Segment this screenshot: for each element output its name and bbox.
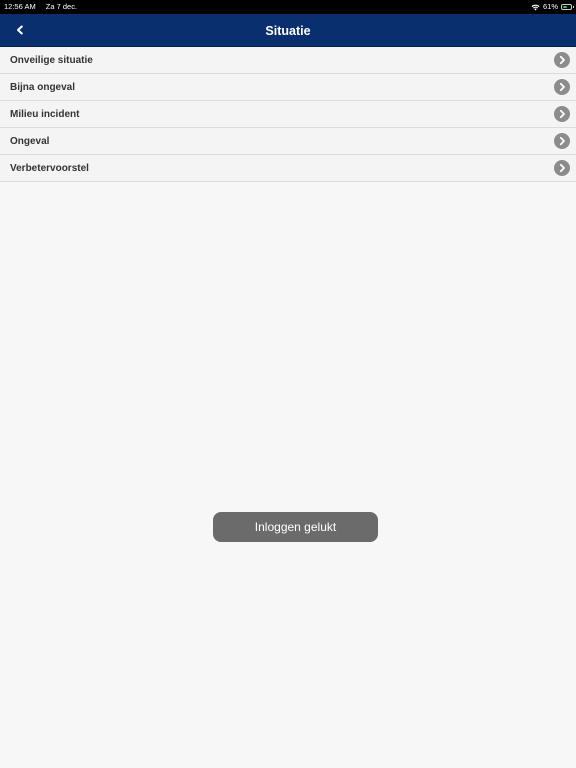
status-bar: 12:56 AM Za 7 dec. 61%: [0, 0, 576, 14]
battery-cap: [572, 6, 574, 8]
list-item-label: Verbetervoorstel: [10, 163, 89, 174]
chevron-right-circle-icon: [554, 160, 570, 176]
list-item-milieu-incident[interactable]: Milieu incident: [0, 101, 576, 128]
list-item-verbetervoorstel[interactable]: Verbetervoorstel: [0, 155, 576, 182]
situation-list: Onveilige situatie Bijna ongeval Milieu …: [0, 47, 576, 182]
chevron-right-circle-icon: [554, 106, 570, 122]
status-left: 12:56 AM Za 7 dec.: [4, 0, 85, 14]
list-item-onveilige-situatie[interactable]: Onveilige situatie: [0, 47, 576, 74]
chevron-right-circle-icon: [554, 79, 570, 95]
battery-fill: [563, 6, 567, 8]
list-item-ongeval[interactable]: Ongeval: [0, 128, 576, 155]
list-item-label: Milieu incident: [10, 109, 80, 120]
list-item-label: Ongeval: [10, 136, 50, 147]
list-item-label: Bijna ongeval: [10, 82, 76, 93]
page-title: Situatie: [265, 24, 311, 38]
battery-percentage: 61%: [542, 2, 558, 11]
wifi-icon: [531, 4, 540, 10]
status-time: 12:56 AM: [4, 2, 36, 11]
chevron-right-circle-icon: [554, 133, 570, 149]
navigation-bar: Situatie: [0, 14, 576, 47]
chevron-right-circle-icon: [554, 52, 570, 68]
toast-message: Inloggen gelukt: [213, 512, 378, 542]
list-item-label: Onveilige situatie: [10, 55, 93, 66]
status-right: 61%: [531, 0, 574, 14]
battery-icon: [561, 4, 574, 10]
list-item-bijna-ongeval[interactable]: Bijna ongeval: [0, 74, 576, 101]
status-date: Za 7 dec.: [45, 2, 78, 11]
